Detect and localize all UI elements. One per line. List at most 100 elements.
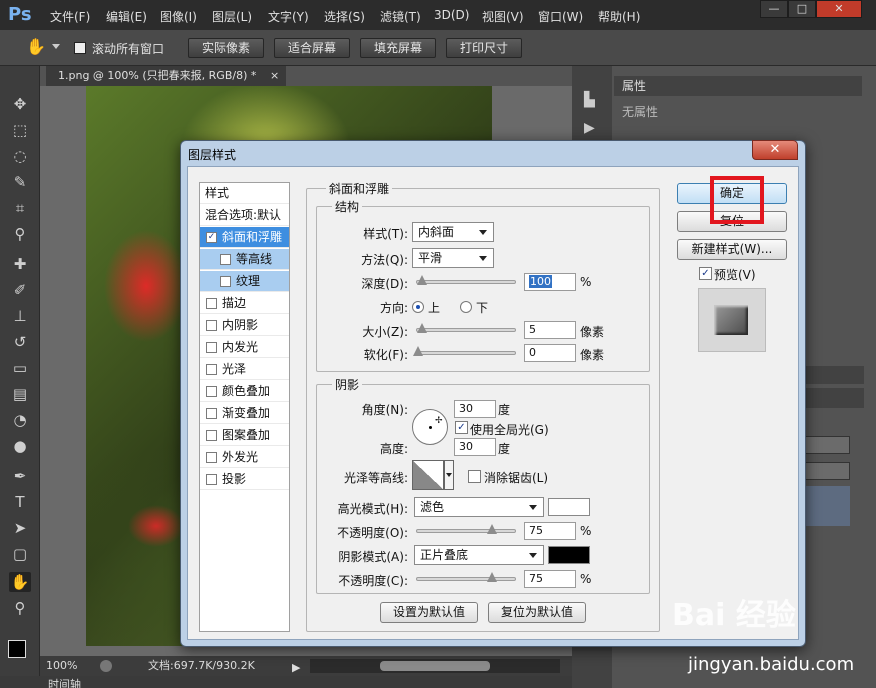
size-input[interactable]: 5 bbox=[524, 321, 576, 339]
fill-screen-button[interactable]: 填充屏幕 bbox=[360, 38, 436, 58]
style-item[interactable]: 投影 bbox=[200, 469, 289, 490]
shadow-opacity-input[interactable]: 75 bbox=[524, 570, 576, 588]
global-light-checkbox[interactable]: ✓ bbox=[455, 421, 468, 434]
fit-screen-button[interactable]: 适合屏幕 bbox=[274, 38, 350, 58]
hand-tool-active-icon[interactable]: ✋ bbox=[9, 572, 31, 592]
style-item[interactable]: ✓ 斜面和浮雕 bbox=[200, 227, 289, 248]
path-select-tool-icon[interactable]: ➤ bbox=[9, 518, 31, 538]
highlight-mode-select[interactable]: 滤色 bbox=[414, 497, 544, 517]
dodge-tool-icon[interactable]: ● bbox=[9, 436, 31, 456]
blend-options-item[interactable]: 混合选项:默认 bbox=[200, 205, 289, 226]
direction-up-radio[interactable] bbox=[412, 301, 424, 313]
menu-filter[interactable]: 滤镜(T) bbox=[380, 8, 421, 25]
pen-tool-icon[interactable]: ✒ bbox=[9, 466, 31, 486]
depth-slider[interactable] bbox=[416, 275, 516, 285]
rectangle-tool-icon[interactable]: ▢ bbox=[9, 544, 31, 564]
shadow-opacity-slider[interactable] bbox=[416, 572, 516, 582]
menu-window[interactable]: 窗口(W) bbox=[538, 8, 583, 25]
antialias-checkbox[interactable] bbox=[468, 470, 481, 483]
reset-default-button[interactable]: 复位为默认值 bbox=[488, 602, 586, 623]
document-tab[interactable]: 1.png @ 100% (只把春来报, RGB/8) * × bbox=[46, 66, 286, 86]
properties-panel-tab[interactable]: 属性 bbox=[614, 76, 862, 96]
gloss-contour-dropdown[interactable] bbox=[444, 460, 454, 490]
style-item-checkbox[interactable] bbox=[206, 342, 217, 353]
history-brush-tool-icon[interactable]: ↺ bbox=[9, 332, 31, 352]
style-item[interactable]: 渐变叠加 bbox=[200, 403, 289, 424]
style-item[interactable]: 描边 bbox=[200, 293, 289, 314]
style-item[interactable]: 光泽 bbox=[200, 359, 289, 380]
menu-3d[interactable]: 3D(D) bbox=[434, 8, 469, 22]
style-item-checkbox[interactable]: ✓ bbox=[206, 232, 217, 243]
close-window-button[interactable]: ✕ bbox=[816, 0, 862, 18]
brush-tool-icon[interactable]: ✐ bbox=[9, 280, 31, 300]
opacity-field[interactable] bbox=[804, 436, 850, 454]
zoom-tool-icon[interactable]: ⚲ bbox=[9, 598, 31, 618]
highlight-color-swatch[interactable] bbox=[548, 498, 590, 516]
style-item-checkbox[interactable] bbox=[206, 408, 217, 419]
eraser-tool-icon[interactable]: ▭ bbox=[9, 358, 31, 378]
make-default-button[interactable]: 设置为默认值 bbox=[380, 602, 478, 623]
shadow-color-swatch[interactable] bbox=[548, 546, 590, 564]
fill-field[interactable] bbox=[804, 462, 850, 480]
healing-brush-tool-icon[interactable]: ✚ bbox=[9, 254, 31, 274]
style-item[interactable]: 等高线 bbox=[200, 249, 289, 270]
style-item-checkbox[interactable] bbox=[206, 320, 217, 331]
new-style-button[interactable]: 新建样式(W)... bbox=[677, 239, 787, 260]
foreground-color-swatch[interactable] bbox=[8, 640, 26, 658]
menu-help[interactable]: 帮助(H) bbox=[598, 8, 640, 25]
dialog-close-button[interactable]: ✕ bbox=[752, 140, 798, 160]
actual-pixels-button[interactable]: 实际像素 bbox=[188, 38, 264, 58]
soften-slider-thumb[interactable] bbox=[413, 346, 423, 358]
quick-select-tool-icon[interactable]: ✎ bbox=[9, 172, 31, 192]
shadow-mode-select[interactable]: 正片叠底 bbox=[414, 545, 544, 565]
move-tool-icon[interactable]: ✥ bbox=[9, 94, 31, 114]
status-menu-icon[interactable] bbox=[100, 660, 112, 672]
scrollbar-thumb[interactable] bbox=[380, 661, 490, 671]
style-item-checkbox[interactable] bbox=[206, 364, 217, 375]
print-size-button[interactable]: 打印尺寸 bbox=[446, 38, 522, 58]
minimize-button[interactable]: — bbox=[760, 0, 788, 18]
style-item[interactable]: 纹理 bbox=[200, 271, 289, 292]
direction-down-radio[interactable] bbox=[460, 301, 472, 313]
highlight-opacity-thumb[interactable] bbox=[487, 524, 497, 536]
hand-tool-icon[interactable]: ✋ bbox=[26, 37, 46, 56]
zoom-level[interactable]: 100% bbox=[46, 656, 77, 676]
style-item[interactable]: 颜色叠加 bbox=[200, 381, 289, 402]
depth-input[interactable]: 100 bbox=[524, 273, 576, 291]
size-slider[interactable] bbox=[416, 323, 516, 333]
altitude-input[interactable]: 30 bbox=[454, 438, 496, 456]
style-item[interactable]: 外发光 bbox=[200, 447, 289, 468]
crop-tool-icon[interactable]: ⌗ bbox=[9, 198, 31, 218]
soften-input[interactable]: 0 bbox=[524, 344, 576, 362]
style-item-checkbox[interactable] bbox=[220, 254, 231, 265]
angle-dial[interactable]: ✢ bbox=[412, 409, 448, 445]
menu-edit[interactable]: 编辑(E) bbox=[106, 8, 147, 25]
gloss-contour-picker[interactable] bbox=[412, 460, 444, 490]
preview-checkbox[interactable]: ✓ bbox=[699, 267, 712, 280]
tool-preset-chevron-icon[interactable] bbox=[52, 44, 60, 49]
style-item-checkbox[interactable] bbox=[206, 430, 217, 441]
close-tab-icon[interactable]: × bbox=[270, 66, 279, 85]
type-tool-icon[interactable]: T bbox=[9, 492, 31, 512]
menu-image[interactable]: 图像(I) bbox=[160, 8, 197, 25]
scroll-all-checkbox[interactable] bbox=[74, 42, 86, 54]
style-item-checkbox[interactable] bbox=[206, 298, 217, 309]
stamp-tool-icon[interactable]: ⊥ bbox=[9, 306, 31, 326]
highlight-opacity-slider[interactable] bbox=[416, 524, 516, 534]
depth-slider-thumb[interactable] bbox=[417, 275, 427, 287]
gradient-tool-icon[interactable]: ▤ bbox=[9, 384, 31, 404]
actions-panel-icon[interactable]: ▶ bbox=[584, 120, 595, 136]
shadow-opacity-thumb[interactable] bbox=[487, 572, 497, 584]
angle-input[interactable]: 30 bbox=[454, 400, 496, 418]
soften-slider[interactable] bbox=[413, 346, 516, 356]
menu-layer[interactable]: 图层(L) bbox=[212, 8, 252, 25]
maximize-button[interactable]: □ bbox=[788, 0, 816, 18]
marquee-tool-icon[interactable]: ⬚ bbox=[9, 120, 31, 140]
blur-tool-icon[interactable]: ◔ bbox=[9, 410, 31, 430]
menu-file[interactable]: 文件(F) bbox=[50, 8, 90, 25]
style-item-checkbox[interactable] bbox=[206, 452, 217, 463]
style-item-checkbox[interactable] bbox=[206, 386, 217, 397]
eyedropper-tool-icon[interactable]: ⚲ bbox=[9, 224, 31, 244]
highlight-opacity-input[interactable]: 75 bbox=[524, 522, 576, 540]
technique-select[interactable]: 平滑 bbox=[412, 248, 494, 268]
